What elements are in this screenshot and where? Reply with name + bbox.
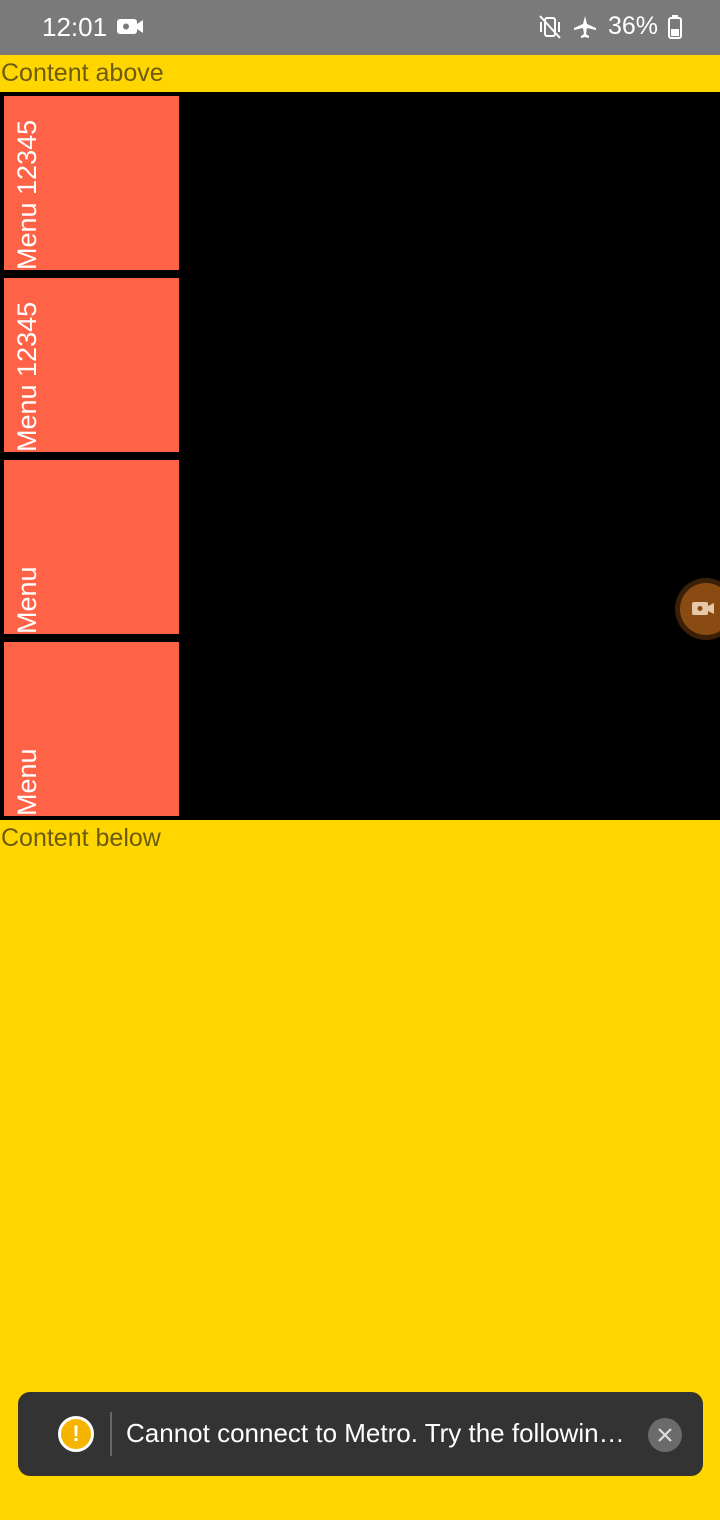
menu-item-4[interactable]: Menu	[4, 642, 179, 816]
status-icons: 36%	[538, 12, 682, 41]
menu-item-label: Menu 12345	[12, 119, 42, 270]
airplane-icon	[573, 15, 596, 38]
screen-record-button[interactable]	[675, 578, 720, 640]
content-below-label: Content below	[1, 824, 161, 852]
menu-item-1[interactable]: Menu 12345	[4, 96, 179, 270]
close-icon	[658, 1428, 672, 1442]
status-bar: 12:01 36%	[0, 0, 720, 55]
menu-item-2[interactable]: Menu 12345	[4, 278, 179, 452]
close-toast-button[interactable]	[648, 1418, 682, 1452]
warning-icon: !	[58, 1416, 94, 1452]
battery-percent: 36%	[607, 12, 658, 40]
mute-vibrate-icon	[539, 14, 561, 39]
toast-divider	[110, 1412, 112, 1456]
video-camera-icon	[117, 19, 143, 34]
status-time: 12:01	[42, 12, 108, 42]
screen-record-button-inner	[680, 583, 720, 635]
menu-item-label: Menu	[12, 566, 42, 634]
menu-item-label: Menu	[12, 748, 42, 816]
menu-item-3[interactable]: Menu	[4, 460, 179, 634]
content-above-label: Content above	[1, 59, 164, 87]
metro-error-toast[interactable]: ! Cannot connect to Metro. Try the follo…	[18, 1392, 703, 1476]
menu-item-label: Menu 12345	[12, 301, 42, 452]
toast-message: Cannot connect to Metro. Try the followi…	[126, 1418, 625, 1448]
battery-icon	[668, 14, 682, 39]
video-camera-icon	[692, 602, 714, 615]
